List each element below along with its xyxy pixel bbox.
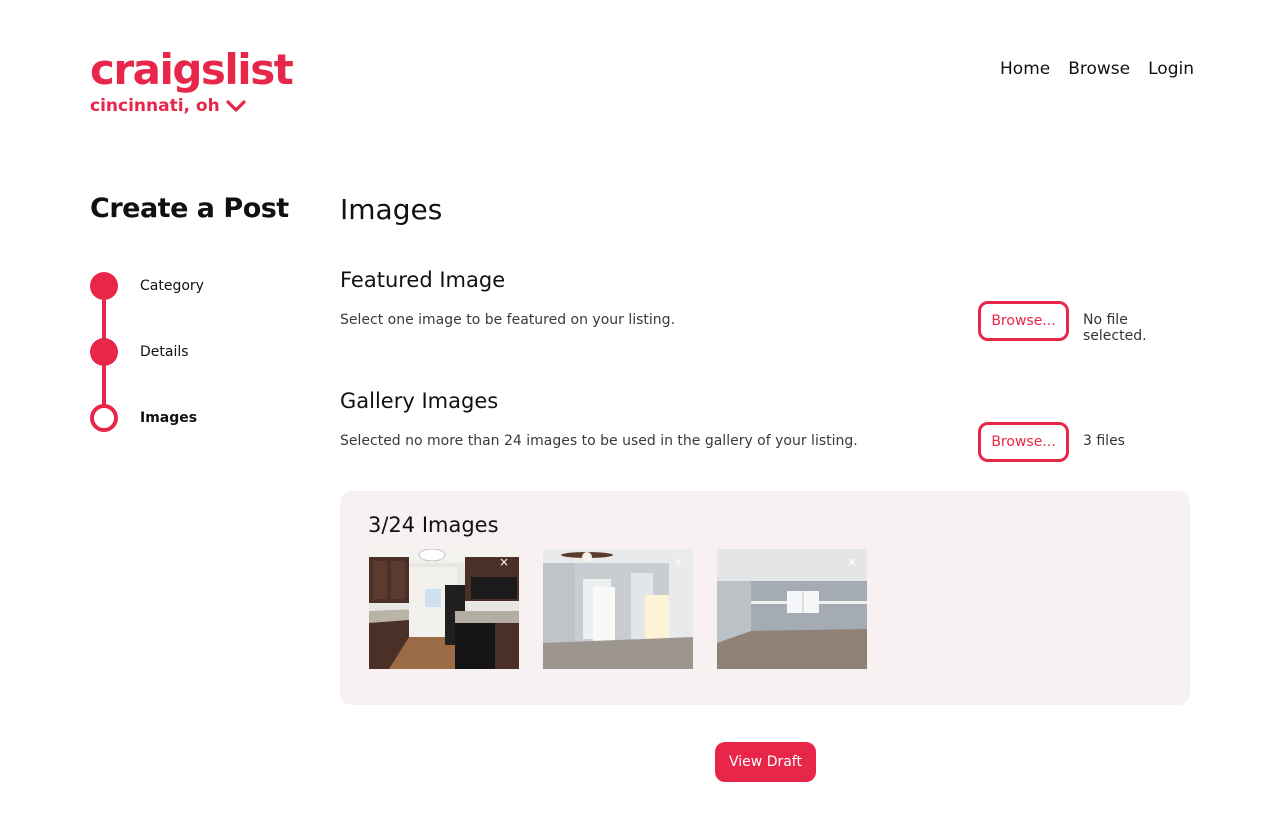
sidebar-title: Create a Post [90, 193, 289, 224]
view-draft-button[interactable]: View Draft [715, 742, 816, 782]
featured-browse-button[interactable]: Browse... [978, 301, 1069, 341]
logo-text[interactable]: craigslist [90, 46, 294, 94]
featured-file-status: No file selected. [1083, 312, 1147, 344]
step-current-ring-icon [90, 404, 118, 432]
step-complete-dot-icon [90, 272, 118, 300]
step-label: Images [140, 410, 198, 426]
gallery-file-status: 3 files [1083, 433, 1125, 449]
gallery-thumbnail[interactable]: × [369, 549, 519, 669]
gallery-thumbnail[interactable]: × [543, 549, 693, 669]
nav-login-link[interactable]: Login [1148, 59, 1194, 79]
gallery-preview-panel: 3/24 Images × × × [340, 491, 1190, 705]
featured-image-title: Featured Image [340, 268, 506, 292]
location-label: cincinnati, oh [90, 96, 220, 116]
step-label: Details [140, 344, 189, 360]
remove-image-icon[interactable]: × [671, 555, 685, 569]
remove-image-icon[interactable]: × [497, 555, 511, 569]
gallery-thumbnail[interactable]: × [717, 549, 867, 669]
gallery-images-description: Selected no more than 24 images to be us… [340, 433, 858, 449]
page-title: Images [340, 193, 443, 226]
step-images[interactable]: Images [90, 404, 290, 432]
chevron-down-icon [226, 100, 246, 112]
remove-image-icon[interactable]: × [845, 555, 859, 569]
featured-image-description: Select one image to be featured on your … [340, 312, 676, 328]
gallery-images-title: Gallery Images [340, 389, 499, 413]
step-category[interactable]: Category [90, 272, 290, 300]
top-nav: Home Browse Login [1000, 59, 1194, 79]
nav-browse-link[interactable]: Browse [1068, 59, 1130, 79]
step-label: Category [140, 278, 204, 294]
location-selector[interactable]: cincinnati, oh [90, 96, 292, 116]
logo[interactable]: craigslist cincinnati, oh [90, 46, 294, 117]
gallery-browse-button[interactable]: Browse... [978, 422, 1069, 462]
gallery-count: 3/24 Images [368, 513, 499, 537]
nav-home-link[interactable]: Home [1000, 59, 1050, 79]
step-details[interactable]: Details [90, 338, 290, 366]
step-complete-dot-icon [90, 338, 118, 366]
